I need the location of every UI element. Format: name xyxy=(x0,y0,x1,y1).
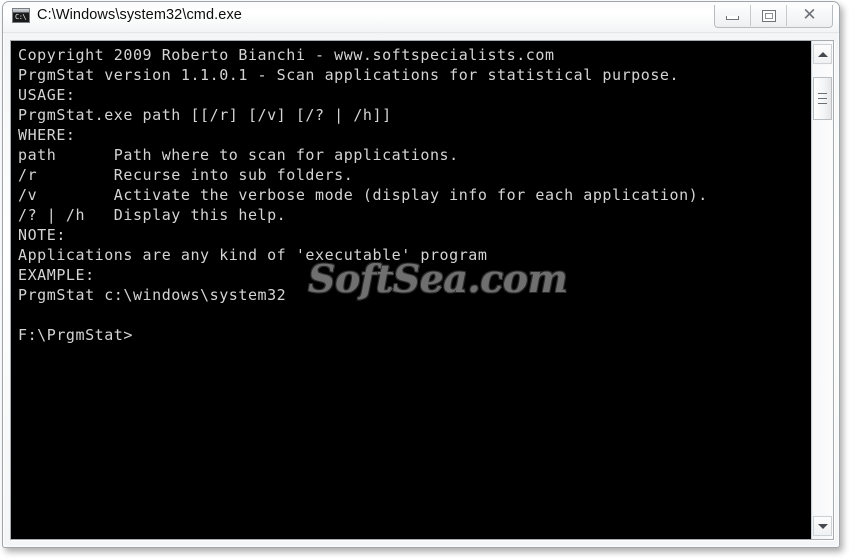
window-controls: ✕ xyxy=(714,5,833,28)
close-icon: ✕ xyxy=(802,5,817,25)
scroll-up-button[interactable] xyxy=(813,44,832,64)
scroll-down-button[interactable] xyxy=(813,516,832,536)
console-window: C:\ C:\Windows\system32\cmd.exe ✕ Copyri… xyxy=(2,1,840,548)
close-button[interactable]: ✕ xyxy=(787,5,832,26)
thumb-grip-line xyxy=(818,103,827,104)
cmd-icon-glyph: C:\ xyxy=(15,12,27,21)
title-bar[interactable]: C:\ C:\Windows\system32\cmd.exe ✕ xyxy=(3,2,839,33)
console-output-area[interactable]: Copyright 2009 Roberto Bianchi - www.sof… xyxy=(10,40,834,540)
thumb-grip-line xyxy=(818,93,827,94)
maximize-icon xyxy=(761,9,776,22)
vertical-scrollbar[interactable] xyxy=(811,41,833,539)
minimize-button[interactable] xyxy=(715,5,751,26)
scroll-down-arrow-icon xyxy=(817,523,828,529)
scrollbar-track[interactable] xyxy=(813,65,832,515)
minimize-icon xyxy=(726,16,739,20)
window-title: C:\Windows\system32\cmd.exe xyxy=(37,7,242,23)
maximize-button[interactable] xyxy=(751,5,787,26)
cmd-console-icon[interactable]: C:\ xyxy=(12,7,30,23)
thumb-grip-line xyxy=(818,98,827,99)
softsea-watermark: SoftSea.com xyxy=(308,256,568,301)
scroll-up-arrow-icon xyxy=(817,51,828,57)
title-bar-left: C:\ C:\Windows\system32\cmd.exe xyxy=(12,7,242,23)
scrollbar-thumb[interactable] xyxy=(813,77,832,120)
